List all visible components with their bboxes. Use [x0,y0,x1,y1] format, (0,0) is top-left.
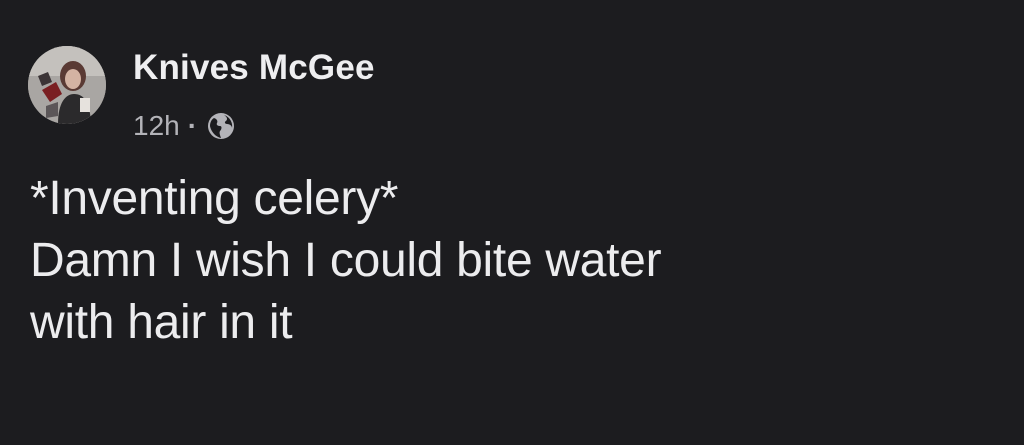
avatar[interactable] [28,46,106,124]
post-meta: 12h · [133,106,236,146]
globe-icon[interactable] [206,111,236,141]
meta-separator: · [187,110,198,141]
post-text: *Inventing celery* Damn I wish I could b… [30,168,990,354]
post-text-line: *Inventing celery* [30,172,399,225]
profile-photo-icon [28,46,106,124]
author-name[interactable]: Knives McGee [133,48,375,88]
post-card: Knives McGee 12h · *Inventing celery* Da… [0,0,1024,445]
post-text-line: with hair in it [30,296,293,349]
post-text-line: Damn I wish I could bite water [30,234,662,287]
post-timestamp[interactable]: 12h [133,110,180,142]
